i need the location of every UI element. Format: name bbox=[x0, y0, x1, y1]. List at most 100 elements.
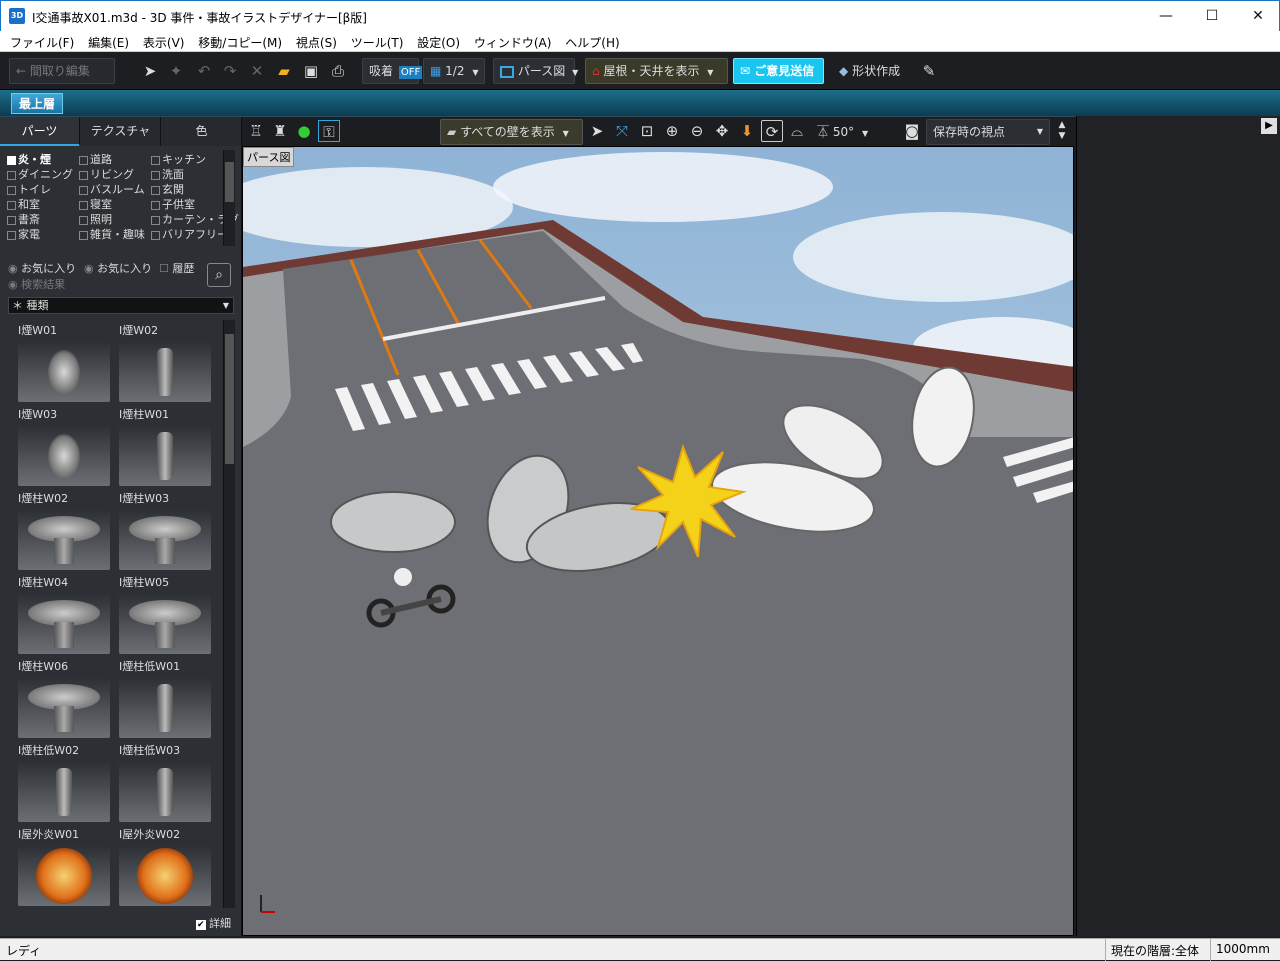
menu-tools[interactable]: ツール(T) bbox=[351, 31, 404, 51]
roof-toggle[interactable]: ⌂ 屋根・天井を表示 ▼ bbox=[585, 58, 728, 84]
category-item[interactable]: キッチン bbox=[151, 151, 206, 167]
category-item[interactable]: 照明 bbox=[79, 211, 112, 227]
search-icon[interactable]: ⌕ bbox=[207, 263, 231, 287]
viewpoint-select[interactable]: 保存時の視点 ▼ bbox=[926, 119, 1050, 145]
favorites-radio-1[interactable]: ◉ お気に入り bbox=[8, 260, 76, 276]
camera-height-icon[interactable]: ♖ bbox=[245, 120, 267, 142]
undo-icon[interactable]: ↶ bbox=[193, 60, 215, 82]
part-thumbnail[interactable]: I屋外炎W02 bbox=[119, 826, 211, 910]
part-thumbnail[interactable]: I煙柱W04 bbox=[18, 574, 110, 658]
lock-icon[interactable]: ⚿ bbox=[318, 120, 340, 142]
category-item[interactable]: リビング bbox=[79, 166, 134, 182]
part-thumbnail[interactable]: I煙W03 bbox=[18, 406, 110, 490]
select-arrow-icon[interactable]: ➤ bbox=[139, 60, 161, 82]
category-item[interactable]: バリアフリー bbox=[151, 226, 228, 242]
zoom-in-icon[interactable]: ⊕ bbox=[661, 120, 683, 142]
pan-icon[interactable]: ✥ bbox=[711, 120, 733, 142]
main-toolbar: ← 間取り編集 ➤ ✦ ↶ ↷ ✕ ▰ ▣ ⎙ 吸着 OFF ▦ 1/2 ▼ パ… bbox=[0, 52, 1280, 90]
category-item[interactable]: 道路 bbox=[79, 151, 112, 167]
part-thumbnail[interactable]: I煙W02 bbox=[119, 322, 211, 406]
measure-icon[interactable]: ✎ bbox=[918, 60, 940, 82]
redo-icon[interactable]: ↷ bbox=[219, 60, 241, 82]
scrollbar-thumb[interactable] bbox=[225, 162, 234, 202]
part-thumbnail[interactable]: I屋外炎W01 bbox=[18, 826, 110, 910]
view-toolbar: ♖ ♜ ● ⚿ ▰ すべての壁を表示 ▼ ➤ ⤧ ⊡ ⊕ ⊖ ✥ ⬇ ⟳ ⌓ ⏄… bbox=[242, 116, 1074, 146]
menu-window[interactable]: ウィンドウ(A) bbox=[474, 31, 552, 51]
part-thumbnail[interactable]: I煙柱低W02 bbox=[18, 742, 110, 826]
category-item[interactable]: 雑貨・趣味 bbox=[79, 226, 145, 242]
tab-parts[interactable]: パーツ bbox=[0, 117, 80, 147]
move-down-icon[interactable]: ⬇ bbox=[736, 120, 758, 142]
part-preview bbox=[18, 594, 110, 654]
save-icon[interactable]: ▣ bbox=[300, 60, 322, 82]
fit-view-icon[interactable]: ⤧ bbox=[611, 120, 633, 142]
tab-texture[interactable]: テクスチャ bbox=[81, 117, 161, 147]
category-item[interactable]: 家電 bbox=[7, 226, 40, 242]
favorites-label-1: お気に入り bbox=[21, 262, 77, 275]
history-checkbox[interactable]: ☐ 履歴 bbox=[159, 260, 194, 276]
snap-toggle[interactable]: 吸着 OFF bbox=[362, 58, 423, 84]
category-item[interactable]: 炎・煙 bbox=[7, 151, 51, 167]
open-folder-icon[interactable]: ▰ bbox=[273, 60, 295, 82]
part-thumbnail[interactable]: I煙柱低W01 bbox=[119, 658, 211, 742]
part-thumbnail[interactable]: I煙柱W05 bbox=[119, 574, 211, 658]
camera-multi-icon[interactable]: ♜ bbox=[269, 120, 291, 142]
category-item[interactable]: 子供室 bbox=[151, 196, 195, 212]
menu-edit[interactable]: 編集(E) bbox=[88, 31, 129, 51]
walk-icon[interactable]: ⌓ bbox=[786, 120, 808, 142]
parts-scrollbar[interactable] bbox=[223, 320, 235, 908]
part-thumbnail[interactable]: I煙柱W03 bbox=[119, 490, 211, 574]
orbit-icon[interactable]: ⟳ bbox=[761, 120, 783, 142]
menu-file[interactable]: ファイル(F) bbox=[10, 31, 74, 51]
category-item[interactable]: ダイニング bbox=[7, 166, 73, 182]
favorites-radio-2[interactable]: ◉ お気に入り bbox=[84, 260, 152, 276]
pointer-icon[interactable]: ➤ bbox=[586, 120, 608, 142]
category-scrollbar[interactable] bbox=[223, 150, 235, 246]
layer-tab-top[interactable]: 最上層 bbox=[11, 93, 63, 114]
radio-icon: ◉ bbox=[8, 262, 18, 275]
category-item[interactable]: 玄関 bbox=[151, 181, 184, 197]
camera-icon[interactable]: ◙ bbox=[901, 120, 923, 142]
viewpoint-spinner[interactable]: ▲ ▼ bbox=[1051, 120, 1073, 142]
part-thumbnail[interactable]: I煙W01 bbox=[18, 322, 110, 406]
menu-settings[interactable]: 設定(O) bbox=[417, 31, 460, 51]
zoom-area-icon[interactable]: ⊡ bbox=[636, 120, 658, 142]
part-thumbnail[interactable]: I煙柱低W03 bbox=[119, 742, 211, 826]
print-icon[interactable]: ⎙ bbox=[327, 60, 349, 82]
part-thumbnail[interactable]: I煙柱W02 bbox=[18, 490, 110, 574]
maximize-button[interactable]: ☐ bbox=[1189, 1, 1235, 31]
menu-move-copy[interactable]: 移動/コピー(M) bbox=[198, 31, 282, 51]
menu-viewpoint[interactable]: 視点(S) bbox=[296, 31, 337, 51]
close-button[interactable]: ✕ bbox=[1235, 1, 1280, 31]
category-item[interactable]: 洗面 bbox=[151, 166, 184, 182]
category-item[interactable]: 寝室 bbox=[79, 196, 112, 212]
feedback-button[interactable]: ✉ ご意見送信 bbox=[733, 58, 824, 84]
scrollbar-thumb[interactable] bbox=[225, 334, 234, 464]
light-icon[interactable]: ● bbox=[293, 120, 315, 142]
grid-select[interactable]: ▦ 1/2 ▼ bbox=[423, 58, 485, 84]
menu-view[interactable]: 表示(V) bbox=[143, 31, 185, 51]
minimize-button[interactable]: — bbox=[1143, 1, 1189, 31]
view-mode-select[interactable]: パース図 ▼ bbox=[493, 58, 578, 84]
delete-icon[interactable]: ✕ bbox=[246, 60, 268, 82]
type-select[interactable]: ＊ 種類 ▼ bbox=[8, 297, 234, 314]
tab-color[interactable]: 色 bbox=[162, 117, 242, 147]
detail-checkbox[interactable]: ✔ 詳細 bbox=[196, 915, 231, 931]
shape-create-button[interactable]: ◆ 形状作成 bbox=[832, 58, 912, 84]
category-item[interactable]: トイレ bbox=[7, 181, 51, 197]
search-results-radio[interactable]: ◉ 検索結果 bbox=[8, 276, 65, 292]
part-thumbnail[interactable]: I煙柱W06 bbox=[18, 658, 110, 742]
panel-expand-icon[interactable]: ▶ bbox=[1261, 118, 1277, 134]
walls-select[interactable]: ▰ すべての壁を表示 ▼ bbox=[440, 119, 583, 145]
multi-select-icon[interactable]: ✦ bbox=[165, 60, 187, 82]
category-item[interactable]: 書斎 bbox=[7, 211, 40, 227]
fov-select[interactable]: ⏄ 50° ▼ bbox=[810, 119, 872, 145]
checkbox-checked-icon: ✔ bbox=[196, 920, 206, 930]
3d-viewport[interactable]: パース図 bbox=[242, 146, 1074, 936]
zoom-out-icon[interactable]: ⊖ bbox=[686, 120, 708, 142]
category-item[interactable]: 和室 bbox=[7, 196, 40, 212]
part-thumbnail[interactable]: I煙柱W01 bbox=[119, 406, 211, 490]
menu-help[interactable]: ヘルプ(H) bbox=[565, 31, 619, 51]
floorplan-edit-button[interactable]: ← 間取り編集 bbox=[9, 58, 115, 84]
category-item[interactable]: バスルーム bbox=[79, 181, 145, 197]
